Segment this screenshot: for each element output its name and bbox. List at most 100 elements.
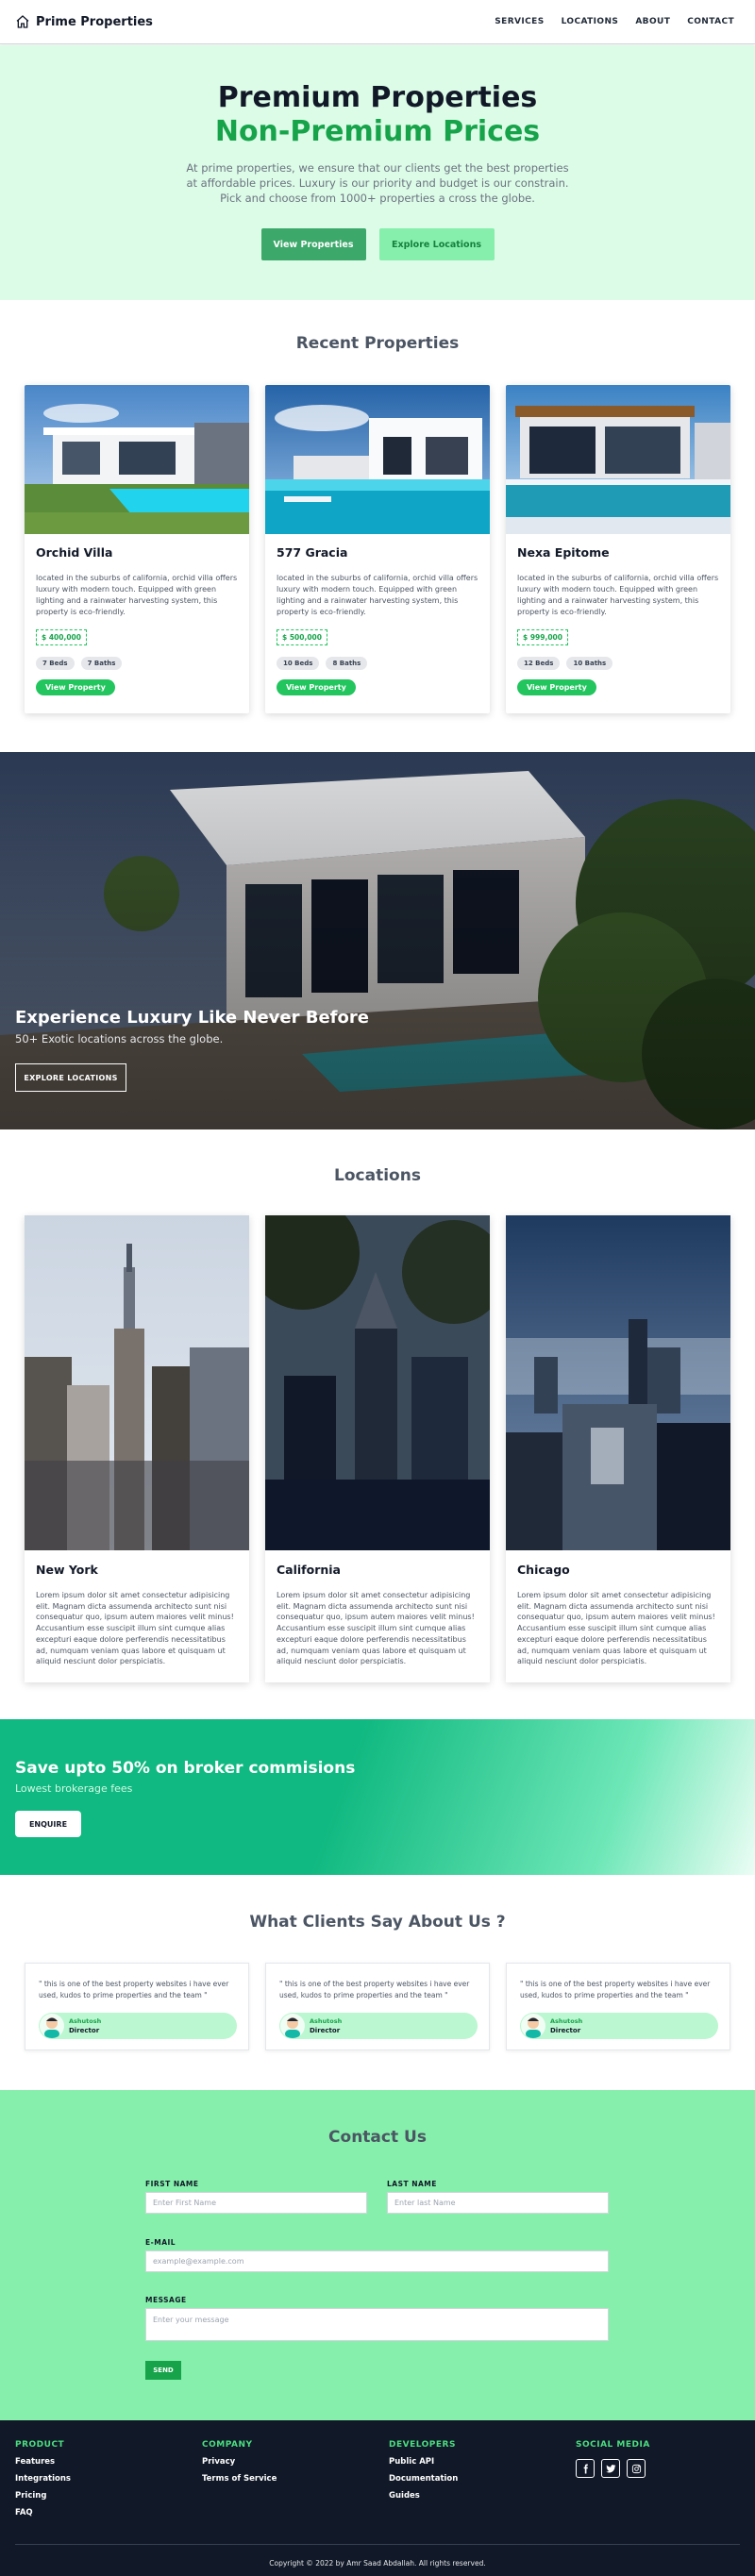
location-image	[25, 1215, 249, 1550]
footer-link-privacy[interactable]: Privacy	[202, 2457, 277, 2467]
footer-link-documentation[interactable]: Documentation	[389, 2474, 458, 2484]
beds-badge: 7 Beds	[36, 657, 75, 670]
property-name: Nexa Epitome	[517, 545, 610, 560]
testimonial-name: Ashutosh	[310, 2017, 343, 2025]
footer-column-social: SOCIAL MEDIA	[576, 2440, 650, 2478]
footer-link-integrations[interactable]: Integrations	[15, 2474, 71, 2484]
view-property-button[interactable]: View Property	[36, 679, 115, 695]
testimonial-role: Director	[69, 2027, 100, 2034]
hero-description: At prime properties, we ensure that our …	[186, 161, 569, 205]
promo-subtitle: Lowest brokerage fees	[15, 1782, 133, 1795]
contact-section: Contact Us FIRST NAME Enter First Name L…	[0, 2090, 755, 2420]
last-name-field[interactable]: Enter last Name	[387, 2192, 609, 2214]
location-description: Lorem ipsum dolor sit amet consectetur a…	[517, 1591, 715, 1666]
beds-badge: 10 Beds	[277, 657, 320, 670]
testimonial-author: Ashutosh Director	[39, 2013, 237, 2039]
testimonial-author: Ashutosh Director	[279, 2013, 478, 2039]
location-card: California Lorem ipsum dolor sit amet co…	[265, 1215, 490, 1682]
email-field[interactable]: example@example.com	[145, 2250, 609, 2272]
property-card: 577 Gracia located in the suburbs of cal…	[265, 385, 490, 713]
footer-heading: SOCIAL MEDIA	[576, 2440, 650, 2450]
send-button[interactable]: SEND	[145, 2361, 181, 2380]
testimonial-quote: " this is one of the best property websi…	[279, 1980, 470, 1999]
property-image	[506, 385, 730, 534]
instagram-icon[interactable]	[627, 2459, 646, 2478]
location-name: California	[277, 1563, 341, 1577]
brand-logo[interactable]: Prime Properties	[15, 14, 153, 29]
first-name-label: FIRST NAME	[145, 2180, 199, 2188]
footer-column-product: PRODUCT Features Integrations Pricing FA…	[15, 2440, 71, 2517]
property-description: located in the suburbs of california, or…	[277, 574, 478, 616]
location-description: Lorem ipsum dolor sit amet consectetur a…	[277, 1591, 475, 1666]
property-price: $ 999,000	[517, 629, 568, 645]
view-property-button[interactable]: View Property	[517, 679, 596, 695]
testimonial-name: Ashutosh	[550, 2017, 583, 2025]
testimonial-author: Ashutosh Director	[520, 2013, 718, 2039]
avatar	[40, 2014, 64, 2038]
property-price: $ 500,000	[277, 629, 327, 645]
avatar	[280, 2014, 305, 2038]
property-price: $ 400,000	[36, 629, 87, 645]
footer: PRODUCT Features Integrations Pricing FA…	[0, 2420, 755, 2576]
testimonial-card: " this is one of the best property websi…	[265, 1963, 490, 2050]
property-description: located in the suburbs of california, or…	[517, 574, 719, 616]
testimonial-name: Ashutosh	[69, 2017, 102, 2025]
nav-link-about[interactable]: ABOUT	[635, 17, 670, 26]
footer-link-faq[interactable]: FAQ	[15, 2508, 71, 2517]
footer-divider	[15, 2544, 740, 2545]
property-name: Orchid Villa	[36, 545, 113, 560]
twitter-icon[interactable]	[601, 2459, 620, 2478]
nav-link-services[interactable]: SERVICES	[495, 17, 544, 26]
enquire-button[interactable]: ENQUIRE	[15, 1811, 81, 1837]
copyright-text: Copyright © 2022 by Amr Saad Abdallah. A…	[269, 2559, 486, 2568]
testimonial-role: Director	[310, 2027, 341, 2034]
promo-title: Save upto 50% on broker commisions	[15, 1759, 356, 1778]
property-name: 577 Gracia	[277, 545, 348, 560]
facebook-icon[interactable]	[576, 2459, 595, 2478]
property-card: Nexa Epitome located in the suburbs of c…	[506, 385, 730, 713]
hero-section: Premium Properties Non-Premium Prices At…	[0, 45, 755, 300]
footer-link-public-api[interactable]: Public API	[389, 2457, 458, 2467]
explore-locations-banner-button[interactable]: EXPLORE LOCATIONS	[15, 1063, 126, 1092]
email-label: E-MAIL	[145, 2238, 176, 2247]
baths-badge: 8 Baths	[326, 657, 368, 670]
hero-subtitle: Non-Premium Prices	[214, 115, 541, 148]
brand-name: Prime Properties	[36, 14, 153, 29]
property-image	[25, 385, 249, 534]
footer-heading: DEVELOPERS	[389, 2440, 456, 2450]
location-card: Chicago Lorem ipsum dolor sit amet conse…	[506, 1215, 730, 1682]
explore-locations-button[interactable]: Explore Locations	[378, 228, 495, 260]
first-name-field[interactable]: Enter First Name	[145, 2192, 367, 2214]
footer-link-guides[interactable]: Guides	[389, 2491, 458, 2501]
home-icon	[16, 15, 29, 28]
footer-link-features[interactable]: Features	[15, 2457, 71, 2467]
location-image	[265, 1215, 490, 1550]
footer-heading: PRODUCT	[15, 2440, 65, 2450]
avatar	[521, 2014, 545, 2038]
testimonial-quote: " this is one of the best property websi…	[39, 1980, 229, 1999]
view-property-button[interactable]: View Property	[277, 679, 356, 695]
footer-column-developers: DEVELOPERS Public API Documentation Guid…	[389, 2440, 458, 2501]
nav-link-contact[interactable]: CONTACT	[687, 17, 734, 26]
testimonial-card: " this is one of the best property websi…	[506, 1963, 730, 2050]
testimonial-role: Director	[550, 2027, 581, 2034]
location-name: New York	[36, 1563, 98, 1577]
location-image	[506, 1215, 730, 1550]
property-image	[265, 385, 490, 534]
footer-column-company: COMPANY Privacy Terms of Service	[202, 2440, 277, 2484]
footer-link-terms[interactable]: Terms of Service	[202, 2474, 277, 2484]
nav-link-locations[interactable]: LOCATIONS	[562, 17, 619, 26]
footer-link-pricing[interactable]: Pricing	[15, 2491, 71, 2501]
banner-subtitle: 50+ Exotic locations across the globe.	[15, 1032, 224, 1045]
contact-title: Contact Us	[328, 2128, 427, 2147]
location-description: Lorem ipsum dolor sit amet consectetur a…	[36, 1591, 234, 1666]
message-label: MESSAGE	[145, 2296, 187, 2304]
message-field[interactable]: Enter your message	[145, 2308, 609, 2341]
location-name: Chicago	[517, 1563, 570, 1577]
beds-badge: 12 Beds	[517, 657, 561, 670]
last-name-label: LAST NAME	[387, 2180, 437, 2188]
baths-badge: 7 Baths	[80, 657, 123, 670]
property-card: Orchid Villa located in the suburbs of c…	[25, 385, 249, 713]
banner-title: Experience Luxury Like Never Before	[15, 1008, 369, 1028]
view-properties-button[interactable]: View Properties	[260, 228, 366, 260]
